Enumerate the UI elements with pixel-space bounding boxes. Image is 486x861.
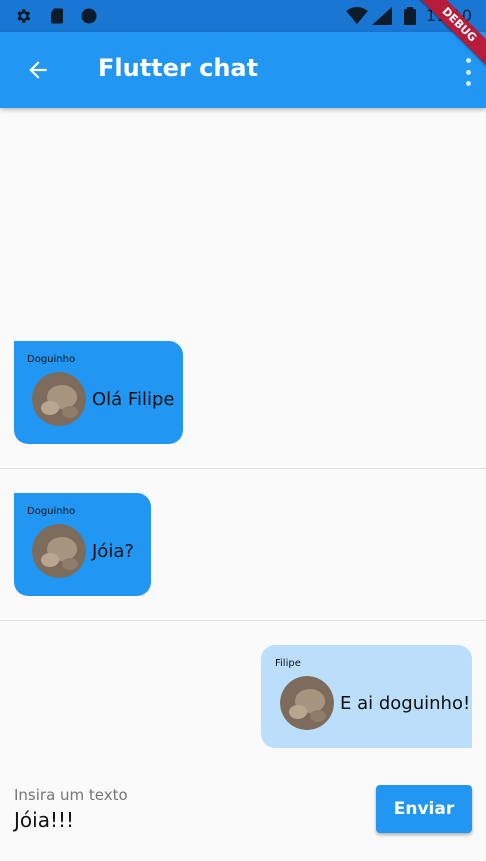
message-sender: Filipe xyxy=(275,658,301,669)
signal-icon xyxy=(372,7,392,25)
gear-icon xyxy=(14,7,32,25)
avatar xyxy=(32,372,86,426)
message-text: Olá Filipe xyxy=(92,389,175,410)
dot-icon xyxy=(465,58,471,63)
dot-icon xyxy=(465,69,471,75)
divider xyxy=(0,620,486,621)
page-title: Flutter chat xyxy=(98,54,259,82)
back-arrow-icon xyxy=(29,61,47,79)
status-bar: 11:10 xyxy=(0,0,486,32)
back-button[interactable] xyxy=(18,50,58,90)
text-input[interactable]: Jóia!!! xyxy=(14,808,74,832)
message-text: Jóia? xyxy=(92,541,134,562)
circle-icon xyxy=(80,7,98,25)
avatar xyxy=(280,676,334,730)
app-bar: Flutter chat xyxy=(0,32,486,108)
message-text: E ai doguinho! xyxy=(340,693,471,714)
battery-icon xyxy=(404,7,416,25)
text-input-label: Insira um texto xyxy=(14,786,128,804)
avatar xyxy=(32,524,86,578)
sd-card-icon xyxy=(48,7,66,25)
divider xyxy=(0,468,486,469)
message-sender: Doguinho xyxy=(27,506,76,517)
dot-icon xyxy=(465,81,471,86)
overflow-menu-button[interactable] xyxy=(460,58,476,86)
send-button[interactable]: Enviar xyxy=(376,785,472,833)
message-sender: Doguinho xyxy=(27,354,76,365)
wifi-icon xyxy=(346,7,368,25)
